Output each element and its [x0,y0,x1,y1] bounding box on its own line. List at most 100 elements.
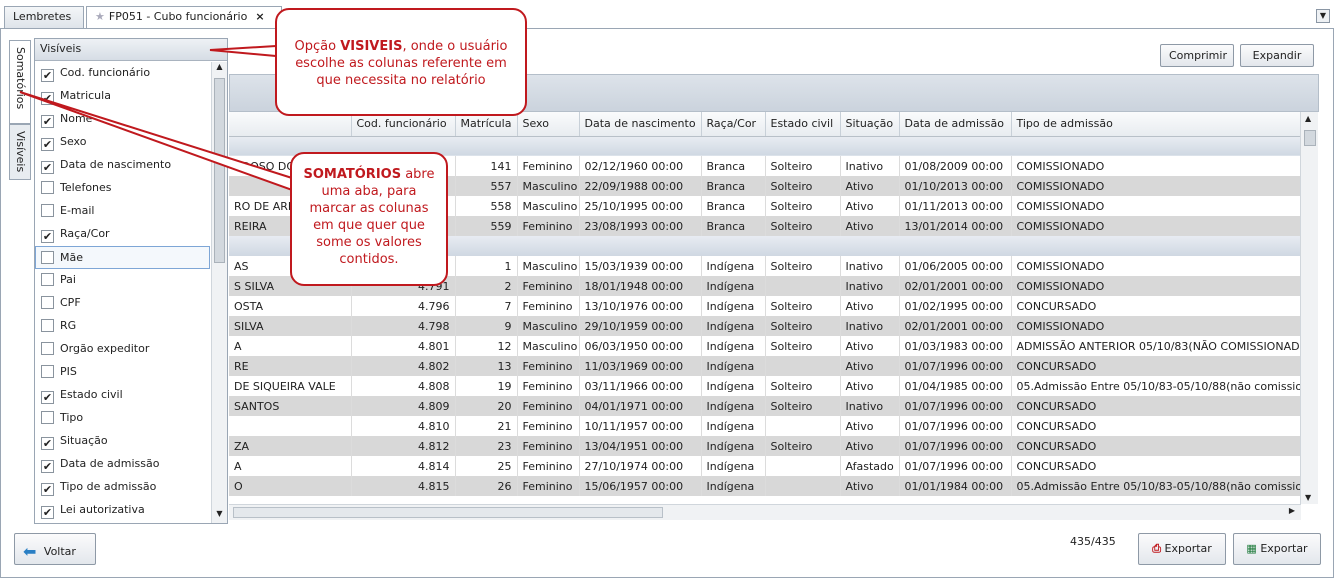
table-cell: Indígena [701,396,766,416]
column-option[interactable]: Mãe [35,246,210,269]
table-row[interactable]: ZA 4.812 23 Feminino 13/04/1951 00:00 Indígen… [229,436,1302,456]
column-option-label: Sexo [60,135,87,148]
column-header[interactable]: Data de nascimento [579,112,702,137]
callout-somatorios: SOMATÓRIOS abre uma aba, para marcar as … [290,152,448,286]
comprimir-button[interactable]: Comprimir [1160,44,1234,67]
column-option[interactable]: ✔ Estado civil [35,384,213,407]
table-row[interactable]: SANTOS 4.809 20 Feminino 04/01/1971 00:00 Ind… [229,396,1302,416]
checkbox[interactable]: ✔ [41,115,54,128]
column-option[interactable]: ✔ Data de admissão [35,453,213,476]
column-option[interactable]: E-mail [35,200,213,223]
column-header[interactable]: Estado civil [765,112,841,137]
export-pdf-button[interactable]: ⎙ Exportar [1138,533,1226,565]
grid-horizontal-scrollbar[interactable]: ▶ [229,504,1301,520]
column-option[interactable]: ✔ Lei autorizativa [35,499,213,522]
checkbox[interactable] [41,251,54,264]
column-header[interactable]: Situação [840,112,900,137]
column-option[interactable]: CPF [35,292,213,315]
table-row[interactable]: RE 4.802 13 Feminino 11/03/1969 00:00 Indígen… [229,356,1302,376]
checkbox[interactable]: ✔ [41,437,54,450]
table-cell: COMISSIONADO [1011,156,1302,176]
column-option[interactable]: Telefones [35,177,213,200]
table-cell: Feminino [517,416,580,436]
tab-somatorios[interactable]: Somatórios [9,40,31,124]
table-cell: Branca [701,216,766,236]
scroll-down-icon[interactable]: ▼ [212,509,227,523]
voltar-button[interactable]: ⬅ Voltar [14,533,96,565]
checkbox[interactable] [41,342,54,355]
table-cell: Masculino [517,176,580,196]
table-row[interactable]: A 4.814 25 Feminino 27/10/1974 00:00 Indígena… [229,456,1302,476]
table-row[interactable]: 4.810 21 Feminino 10/11/1957 00:00 Indígena A… [229,416,1302,436]
panel-scrollbar[interactable]: ▲ ▼ [211,62,227,523]
checkbox[interactable] [41,181,54,194]
checkbox[interactable] [41,273,54,286]
table-cell: 15/06/1957 00:00 [579,476,702,496]
checkbox[interactable]: ✔ [41,391,54,404]
table-cell: Ativo [840,176,900,196]
expandir-button[interactable]: Expandir [1240,44,1314,67]
column-option[interactable]: Orgão expeditor [35,338,213,361]
checkbox[interactable]: ✔ [41,230,54,243]
checkbox[interactable] [41,365,54,378]
column-option[interactable]: ✔ Nome [35,108,213,131]
checkbox[interactable]: ✔ [41,69,54,82]
checkbox[interactable] [41,296,54,309]
table-row[interactable]: O 4.815 26 Feminino 15/06/1957 00:00 Indígena… [229,476,1302,496]
column-option[interactable]: ✔ Tipo de admissão [35,476,213,499]
back-arrow-icon: ⬅ [23,542,37,561]
column-option[interactable]: Tipo [35,407,213,430]
table-row[interactable]: A 4.801 12 Masculino 06/03/1950 00:00 Indígen… [229,336,1302,356]
checkbox[interactable]: ✔ [41,92,54,105]
table-cell: COMISSIONADO [1011,276,1302,296]
column-header[interactable]: Raça/Cor [701,112,766,137]
checkbox[interactable]: ✔ [41,483,54,496]
checkbox[interactable]: ✔ [41,161,54,174]
close-icon[interactable]: × [255,10,264,23]
table-cell: Solteiro [765,196,841,216]
table-cell: Feminino [517,156,580,176]
column-option[interactable]: ✔ Data de nascimento [35,154,213,177]
checkbox[interactable] [41,319,54,332]
column-header[interactable]: Tipo de admissão [1011,112,1302,137]
tab-visiveis[interactable]: Visíveis [9,124,31,180]
checkbox[interactable]: ✔ [41,460,54,473]
scroll-thumb[interactable] [233,507,663,518]
column-option-label: Telefones [60,181,112,194]
column-option[interactable]: ✔ Sexo [35,131,213,154]
column-option[interactable]: ✔ Situação [35,430,213,453]
checkbox[interactable]: ✔ [41,506,54,519]
column-header[interactable]: Data de admissão [899,112,1012,137]
column-option[interactable]: Pai [35,269,213,292]
scroll-up-icon[interactable]: ▲ [212,62,227,76]
scroll-thumb[interactable] [1304,130,1316,146]
scroll-down-icon[interactable]: ▼ [1305,493,1311,502]
scroll-up-icon[interactable]: ▲ [1305,114,1311,123]
tab-lembretes[interactable]: Lembretes [4,6,84,28]
table-row[interactable]: SILVA 4.798 9 Masculino 29/10/1959 00:00 Indí… [229,316,1302,336]
scroll-right-icon[interactable]: ▶ [1289,506,1295,515]
table-row[interactable]: OSTA 4.796 7 Feminino 13/10/1976 00:00 Indíge… [229,296,1302,316]
grid-vertical-scrollbar[interactable]: ▲ ▼ [1300,112,1318,504]
checkbox[interactable]: ✔ [41,138,54,151]
table-cell: 22/09/1988 00:00 [579,176,702,196]
export-excel-button[interactable]: ▦ Exportar [1233,533,1321,565]
column-option[interactable]: PIS [35,361,213,384]
column-option[interactable]: ✔ Raça/Cor [35,223,213,246]
table-cell: COMISSIONADO [1011,216,1302,236]
tab-cubo-funcionario[interactable]: ★ FP051 - Cubo funcionário × [86,6,282,29]
table-cell: CONCURSADO [1011,456,1302,476]
column-option[interactable]: ✔ Cod. funcionário [35,62,213,85]
column-option[interactable]: RG [35,315,213,338]
checkbox[interactable] [41,204,54,217]
star-icon[interactable]: ★ [95,10,105,23]
column-header[interactable]: Sexo [517,112,580,137]
table-cell: Ativo [840,436,900,456]
table-row[interactable]: DE SIQUEIRA VALE 4.808 19 Feminino 03/11/196… [229,376,1302,396]
table-cell: 13/04/1951 00:00 [579,436,702,456]
table-cell: Ativo [840,196,900,216]
checkbox[interactable] [41,411,54,424]
tab-menu-dropdown-icon[interactable]: ▼ [1316,9,1330,23]
scroll-thumb[interactable] [214,78,225,263]
column-option[interactable]: ✔ Matricula [35,85,213,108]
